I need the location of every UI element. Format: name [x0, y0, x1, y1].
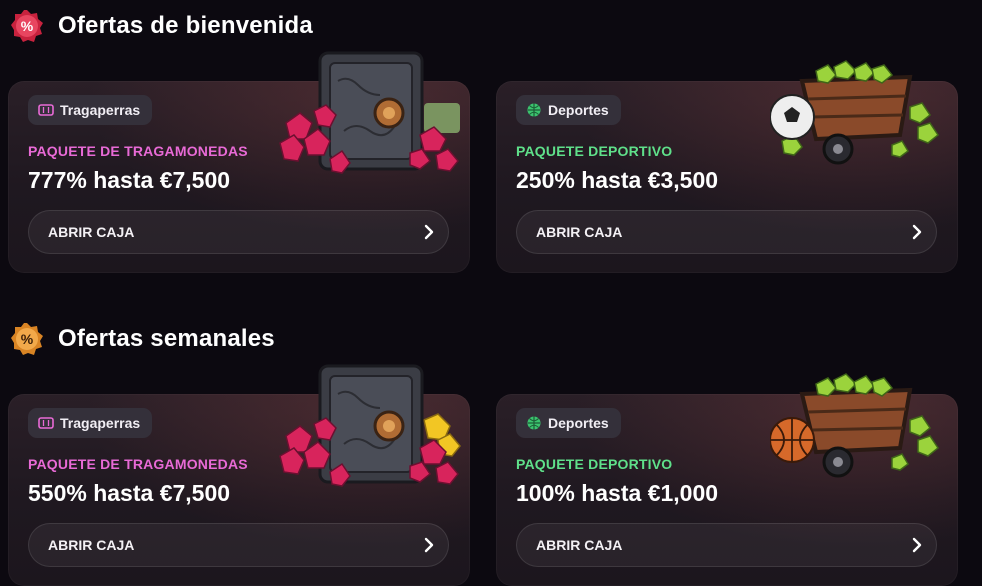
offer-text: 100% hasta €1,000 [516, 480, 719, 506]
slot-icon [38, 415, 54, 431]
cart-with-basketball-illustration [770, 373, 940, 478]
open-box-label: ABRIR CAJA [48, 224, 135, 240]
open-box-button[interactable]: ABRIR CAJA [516, 523, 937, 567]
package-name: PAQUETE DEPORTIVO [516, 456, 673, 472]
offer-text: 777% hasta €7,500 [28, 167, 231, 193]
section-title: Ofertas semanales [58, 325, 275, 352]
package-name: PAQUETE DE TRAGAMONEDAS [28, 456, 248, 472]
open-box-label: ABRIR CAJA [48, 537, 135, 553]
category-tag: Deportes [516, 408, 621, 438]
chevron-right-icon [912, 537, 922, 553]
open-box-button[interactable]: ABRIR CAJA [516, 210, 937, 254]
package-name: PAQUETE DE TRAGAMONEDAS [28, 143, 248, 159]
percent-badge-icon: % [10, 9, 44, 43]
offer-card-sports-weekly: Deportes PAQUETE DEPORTIVO 100% hasta €1… [496, 373, 958, 586]
sports-icon [526, 102, 542, 118]
safe-with-gems-illustration [279, 51, 460, 174]
slot-icon [38, 102, 54, 118]
package-name: PAQUETE DEPORTIVO [516, 143, 673, 159]
open-box-label: ABRIR CAJA [536, 537, 623, 553]
open-box-label: ABRIR CAJA [536, 224, 623, 240]
category-tag: Tragaperras [28, 95, 153, 125]
chevron-right-icon [912, 224, 922, 240]
offer-card-slots-weekly: Tragaperras PAQUETE DE TRAGAMONEDAS 550%… [8, 364, 470, 586]
category-tag-label: Deportes [548, 415, 609, 431]
category-tag-label: Tragaperras [60, 102, 141, 118]
chevron-right-icon [424, 537, 434, 553]
category-tag: Tragaperras [28, 408, 153, 438]
svg-text:%: % [21, 331, 34, 347]
chevron-right-icon [424, 224, 434, 240]
offer-card-slots-welcome: Tragaperras PAQUETE DE TRAGAMONEDAS 777%… [8, 51, 470, 273]
offer-text: 250% hasta €3,500 [516, 167, 719, 193]
section-header-weekly: % Ofertas semanales [10, 322, 275, 356]
percent-badge-icon: % [10, 322, 44, 356]
cart-with-soccer-ball-illustration [770, 60, 940, 165]
section-header-welcome: % Ofertas de bienvenida [10, 9, 313, 43]
svg-text:%: % [21, 18, 34, 34]
offer-text: 550% hasta €7,500 [28, 480, 231, 506]
section-title: Ofertas de bienvenida [58, 12, 313, 39]
open-box-button[interactable]: ABRIR CAJA [28, 210, 449, 254]
offer-card-sports-welcome: Deportes PAQUETE DEPORTIVO 250% hasta €3… [496, 60, 958, 273]
safe-with-gold-illustration [279, 364, 461, 487]
category-tag-label: Deportes [548, 102, 609, 118]
open-box-button[interactable]: ABRIR CAJA [28, 523, 449, 567]
sports-icon [526, 415, 542, 431]
category-tag-label: Tragaperras [60, 415, 141, 431]
category-tag: Deportes [516, 95, 621, 125]
